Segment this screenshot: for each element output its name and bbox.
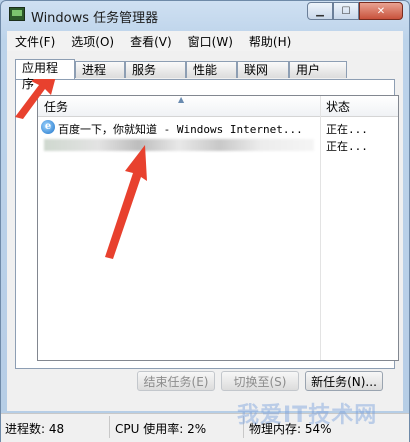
task-list-header: ▲ 任务 状态 bbox=[38, 95, 398, 117]
maximize-button[interactable]: ☐ bbox=[333, 2, 359, 20]
title-bar[interactable]: Windows 任务管理器 ▁ ☐ ✕ bbox=[1, 1, 409, 29]
tab-applications[interactable]: 应用程序 bbox=[15, 59, 75, 91]
status-divider bbox=[109, 416, 110, 438]
watermark: 我爱IT技术网 bbox=[237, 403, 378, 428]
internet-explorer-icon: e bbox=[41, 120, 55, 134]
task-status: 正在... bbox=[326, 123, 368, 136]
task-status: 正在... bbox=[326, 140, 368, 153]
task-manager-window: Windows 任务管理器 ▁ ☐ ✕ 文件(F) 选项(O) 查看(V) 窗口… bbox=[0, 0, 410, 442]
annotation-arrow-icon bbox=[105, 145, 147, 259]
task-manager-icon bbox=[9, 7, 25, 21]
blurred-task-name bbox=[44, 139, 314, 151]
close-button[interactable]: ✕ bbox=[359, 2, 403, 20]
tab-users[interactable]: 用户 bbox=[289, 61, 347, 78]
task-list[interactable]: ▲ 任务 状态 e 百度一下，你就知道 - Windows Internet..… bbox=[37, 95, 399, 361]
menu-options[interactable]: 选项(O) bbox=[63, 33, 122, 50]
action-buttons: 结束任务(E) 切换至(S) 新任务(N)... bbox=[7, 371, 403, 395]
menu-file[interactable]: 文件(F) bbox=[7, 33, 63, 50]
column-header-status[interactable]: 状态 bbox=[326, 98, 350, 115]
switch-to-button[interactable]: 切换至(S) bbox=[221, 371, 299, 391]
minimize-button[interactable]: ▁ bbox=[307, 2, 333, 20]
tab-processes[interactable]: 进程 bbox=[75, 61, 125, 78]
menu-bar: 文件(F) 选项(O) 查看(V) 窗口(W) 帮助(H) bbox=[7, 31, 403, 51]
tab-strip: 应用程序 进程 服务 性能 联网 用户 bbox=[15, 59, 347, 91]
tab-services[interactable]: 服务 bbox=[125, 61, 186, 78]
window-title: Windows 任务管理器 bbox=[31, 11, 159, 26]
menu-view[interactable]: 查看(V) bbox=[122, 33, 180, 50]
task-name: 百度一下，你就知道 - Windows Internet... bbox=[58, 123, 303, 136]
task-row[interactable]: e 百度一下，你就知道 - Windows Internet... 正在... bbox=[38, 120, 398, 136]
process-count: 进程数: 48 bbox=[5, 422, 65, 436]
end-task-button[interactable]: 结束任务(E) bbox=[137, 371, 215, 391]
new-task-button[interactable]: 新任务(N)... bbox=[305, 371, 383, 391]
menu-help[interactable]: 帮助(H) bbox=[241, 33, 299, 50]
task-row[interactable]: 正在... bbox=[38, 137, 398, 153]
tab-networking[interactable]: 联网 bbox=[237, 61, 289, 78]
tab-performance[interactable]: 性能 bbox=[186, 61, 237, 78]
menu-window[interactable]: 窗口(W) bbox=[180, 33, 241, 50]
cpu-usage: CPU 使用率: 2% bbox=[115, 422, 207, 436]
window-controls: ▁ ☐ ✕ bbox=[307, 2, 403, 20]
sort-ascending-icon: ▲ bbox=[178, 95, 185, 104]
